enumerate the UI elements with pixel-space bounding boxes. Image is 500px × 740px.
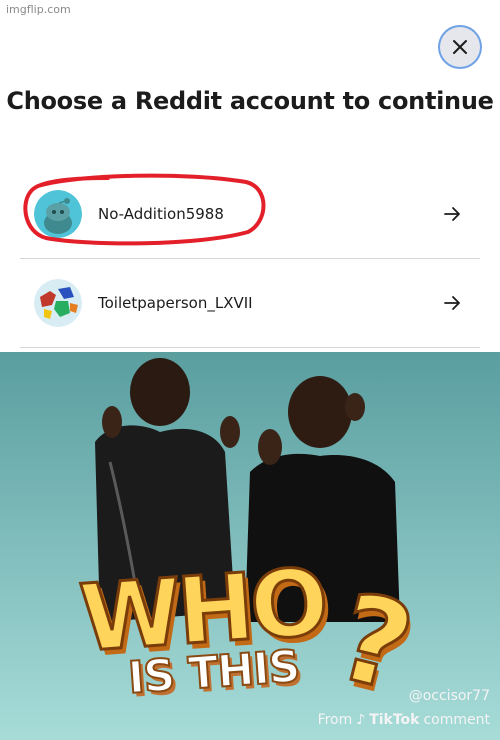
close-button[interactable]	[440, 27, 480, 67]
tiktok-icon: ♪	[356, 712, 366, 728]
account-name: No-Addition5988	[98, 205, 224, 223]
credit-prefix: From	[317, 712, 353, 728]
credit-suffix: comment	[423, 712, 490, 728]
tiktok-credit: From ♪ TikTok comment	[318, 712, 490, 728]
close-icon	[453, 40, 467, 54]
arrow-right-icon	[444, 296, 460, 310]
tiktok-handle: @occisor77	[408, 688, 490, 704]
account-row-toiletpaperson[interactable]: Toiletpaperson_LXVII	[20, 259, 480, 348]
arrow-right-icon	[444, 207, 460, 221]
snoo-avatar	[34, 190, 82, 238]
account-name: Toiletpaperson_LXVII	[98, 294, 253, 312]
imgflip-watermark: imgflip.com	[6, 3, 71, 16]
map-avatar	[34, 279, 82, 327]
who-is-this-meme: WHO ? IS THIS @occisor77 From ♪ TikTok c…	[0, 352, 500, 740]
account-row-no-addition5988[interactable]: No-Addition5988	[20, 170, 480, 259]
credit-brand: TikTok	[369, 712, 420, 728]
dialog-title: Choose a Reddit account to continue	[6, 87, 494, 115]
